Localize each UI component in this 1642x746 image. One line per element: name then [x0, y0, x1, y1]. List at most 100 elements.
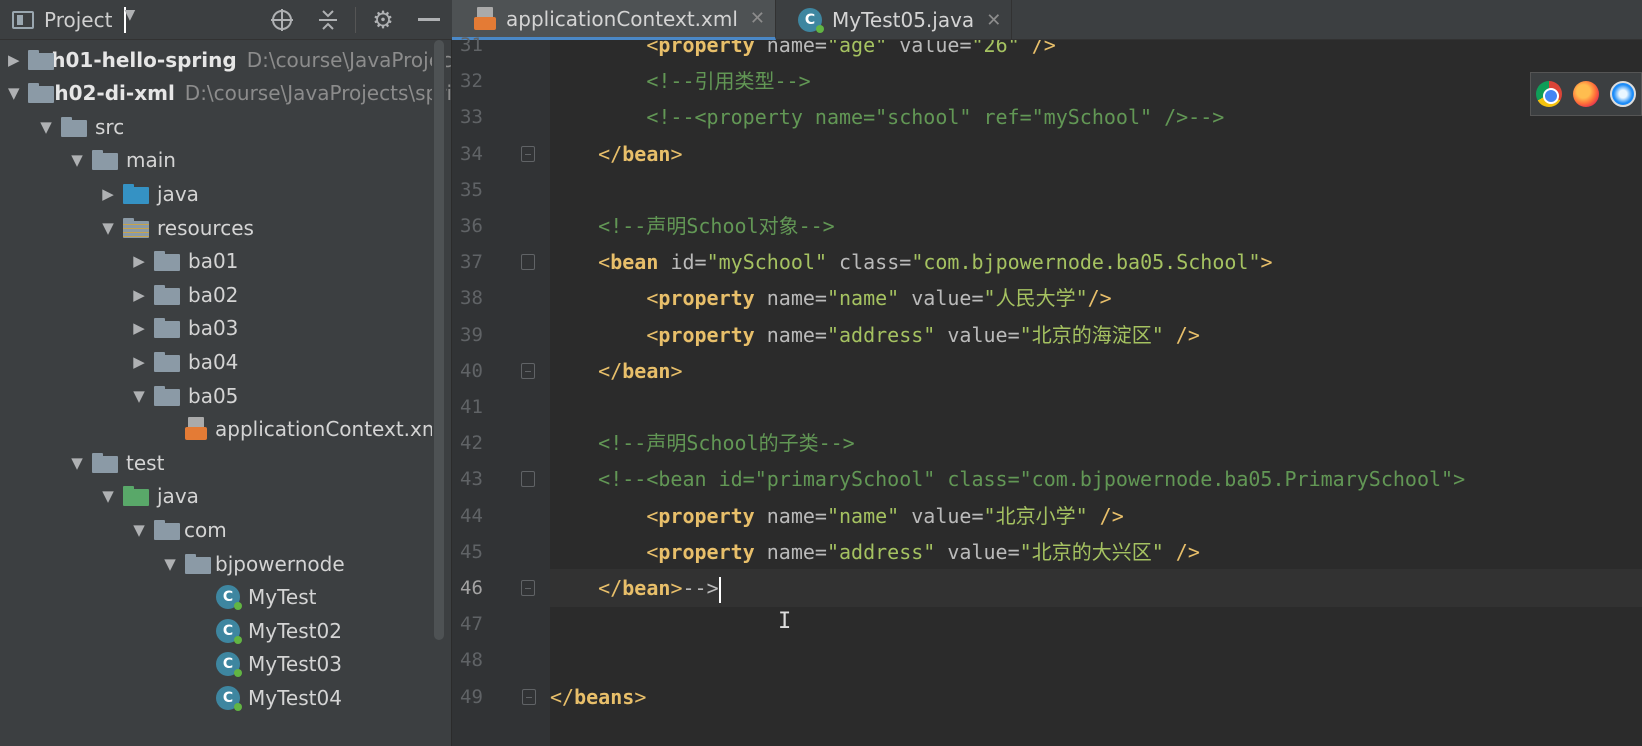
browser-preview-bar [1530, 72, 1642, 116]
code-line[interactable]: </bean> [550, 352, 1642, 390]
tree-item[interactable]: ▼ com [0, 512, 452, 547]
project-view-selector[interactable]: Project ▼ [12, 6, 135, 33]
tree-item[interactable]: ▼ bjpowernode [0, 546, 452, 581]
chevron-down-icon[interactable]: ▼ [101, 487, 115, 505]
safari-icon[interactable] [1609, 81, 1636, 107]
chevron-down-icon[interactable]: ▼ [132, 387, 146, 405]
tree-item-label: MyTest03 [248, 652, 342, 677]
package-icon [154, 519, 180, 540]
chrome-icon[interactable] [1536, 81, 1563, 107]
test-folder-icon [123, 486, 149, 507]
tree-item[interactable]: ▼ main [0, 143, 452, 178]
line-number: 31 [460, 34, 483, 56]
fold-marker-icon[interactable] [521, 145, 535, 162]
code-line[interactable] [550, 388, 1642, 426]
tree-item-label: ch01-hello-spring [39, 47, 237, 72]
chevron-right-icon[interactable]: ▶ [132, 252, 146, 270]
tree-item[interactable]: ▶ ba04 [0, 344, 452, 379]
tree-item[interactable]: ▶ ba01 [0, 244, 452, 279]
tree-scrollbar[interactable] [432, 40, 446, 746]
code-line[interactable]: <!--引用类型--> [550, 62, 1642, 100]
tree-item-label: bjpowernode [215, 551, 345, 576]
chevron-right-icon[interactable]: ▶ [132, 353, 146, 371]
code-line[interactable]: <property name="name" value="人民大学"/> [550, 279, 1642, 317]
tree-item[interactable]: C MyTest03 [0, 647, 452, 682]
project-panel: Project ▼ ⚙ ▶ ch01-hello-spring D:\course\… [0, 0, 452, 746]
folder-icon [154, 318, 180, 339]
tab-mytest05-java[interactable]: C MyTest05.java ✕ [776, 0, 1013, 40]
code-line[interactable] [550, 605, 1642, 643]
code-line[interactable]: <bean id="mySchool" class="com.bjpowerno… [550, 243, 1642, 281]
code-line[interactable]: <property name="address" value="北京的大兴区" … [550, 533, 1642, 571]
chevron-down-icon[interactable]: ▼ [70, 454, 84, 472]
tree-item[interactable]: ▼ ba05 [0, 378, 452, 413]
line-number-gutter[interactable]: 31 32 33 34 35 36 37 38 39 40 41 42 43 44 45 46 47 48 49 [452, 34, 550, 746]
chevron-down-icon[interactable]: ▼ [39, 118, 53, 136]
chevron-down-icon[interactable]: ▼ [101, 219, 115, 237]
source-folder-icon [123, 183, 149, 204]
chevron-down-icon[interactable]: ▼ [8, 84, 20, 102]
tree-item[interactable]: applicationContext.xml [0, 412, 452, 447]
code-line[interactable]: <!--<bean id="primarySchool" class="com.… [550, 460, 1642, 498]
chevron-right-icon[interactable]: ▶ [101, 185, 115, 203]
tree-item[interactable]: ▶ ba03 [0, 311, 452, 346]
line-number: 35 [460, 178, 483, 201]
tree-item[interactable]: C MyTest04 [0, 680, 452, 715]
code-line[interactable]: <property name="age" value="26" /> [550, 40, 1642, 64]
java-class-icon: C [216, 652, 242, 678]
collapse-all-icon[interactable] [305, 0, 351, 40]
code-line[interactable]: <!--声明School对象--> [550, 207, 1642, 245]
tree-item[interactable]: ▼ resources [0, 210, 452, 245]
code-line[interactable]: <property name="name" value="北京小学" /> [550, 497, 1642, 535]
tree-item-label: src [95, 114, 125, 139]
chevron-down-icon[interactable]: ▼ [132, 521, 146, 539]
tree-item-label: MyTest04 [248, 685, 342, 710]
tree-item-label: main [126, 148, 176, 173]
fold-marker-icon[interactable] [522, 688, 536, 705]
folder-icon [61, 116, 87, 137]
fold-marker-icon[interactable] [521, 471, 535, 488]
target-icon[interactable] [259, 0, 305, 40]
folder-icon [92, 150, 118, 171]
code-line[interactable]: <property name="address" value="北京的海淀区" … [550, 316, 1642, 354]
code-line[interactable]: <!--<property name="school" ref="mySchoo… [550, 98, 1642, 136]
tree-item-label: ba05 [188, 383, 239, 408]
line-number: 40 [460, 359, 483, 382]
editor-tab-bar: applicationContext.xml ✕ C MyTest05.java… [452, 0, 1642, 40]
fold-marker-icon[interactable] [521, 362, 535, 379]
gear-icon[interactable]: ⚙ [360, 0, 406, 40]
tree-scroll-thumb[interactable] [434, 40, 444, 640]
tree-item[interactable]: ▶ java [0, 176, 452, 211]
tree-item[interactable]: ▶ ba02 [0, 277, 452, 312]
minimize-icon[interactable] [406, 0, 452, 40]
module-folder-icon [27, 49, 53, 70]
tree-item-label: ba02 [188, 282, 239, 307]
fold-marker-icon[interactable] [521, 254, 535, 271]
close-icon[interactable]: ✕ [750, 8, 765, 29]
code-line[interactable] [550, 641, 1642, 679]
chevron-right-icon[interactable]: ▶ [8, 51, 20, 69]
code-line[interactable] [550, 171, 1642, 209]
tree-item-label: resources [157, 215, 254, 240]
tree-item[interactable]: ▶ ch01-hello-spring D:\course\JavaProjec [0, 42, 452, 77]
chevron-right-icon[interactable]: ▶ [132, 286, 146, 304]
tree-item[interactable]: ▼ java [0, 479, 452, 514]
code-editor[interactable]: <property name="age" value="26" /> <!--引… [550, 40, 1642, 746]
tree-item[interactable]: C MyTest [0, 580, 452, 615]
fold-marker-icon[interactable] [521, 580, 535, 596]
firefox-icon[interactable] [1572, 81, 1599, 107]
tree-item[interactable]: ▼ src [0, 109, 452, 144]
chevron-down-icon: ▼ [124, 6, 135, 33]
tree-item[interactable]: C MyTest02 [0, 613, 452, 648]
code-line[interactable]: <!--声明School的子类--> [550, 424, 1642, 462]
tree-item[interactable]: ▼ test [0, 445, 452, 480]
code-line[interactable]: </bean>--> [550, 569, 1642, 607]
chevron-down-icon[interactable]: ▼ [70, 151, 84, 169]
code-line[interactable]: </bean> [550, 135, 1642, 173]
line-number: 38 [460, 287, 483, 310]
chevron-right-icon[interactable]: ▶ [132, 319, 146, 337]
tree-item[interactable]: ▼ ch02-di-xml D:\course\JavaProjects\spri [0, 76, 452, 111]
close-icon[interactable]: ✕ [986, 10, 1001, 31]
chevron-down-icon[interactable]: ▼ [163, 555, 177, 573]
code-line[interactable]: </beans> [550, 678, 1642, 716]
